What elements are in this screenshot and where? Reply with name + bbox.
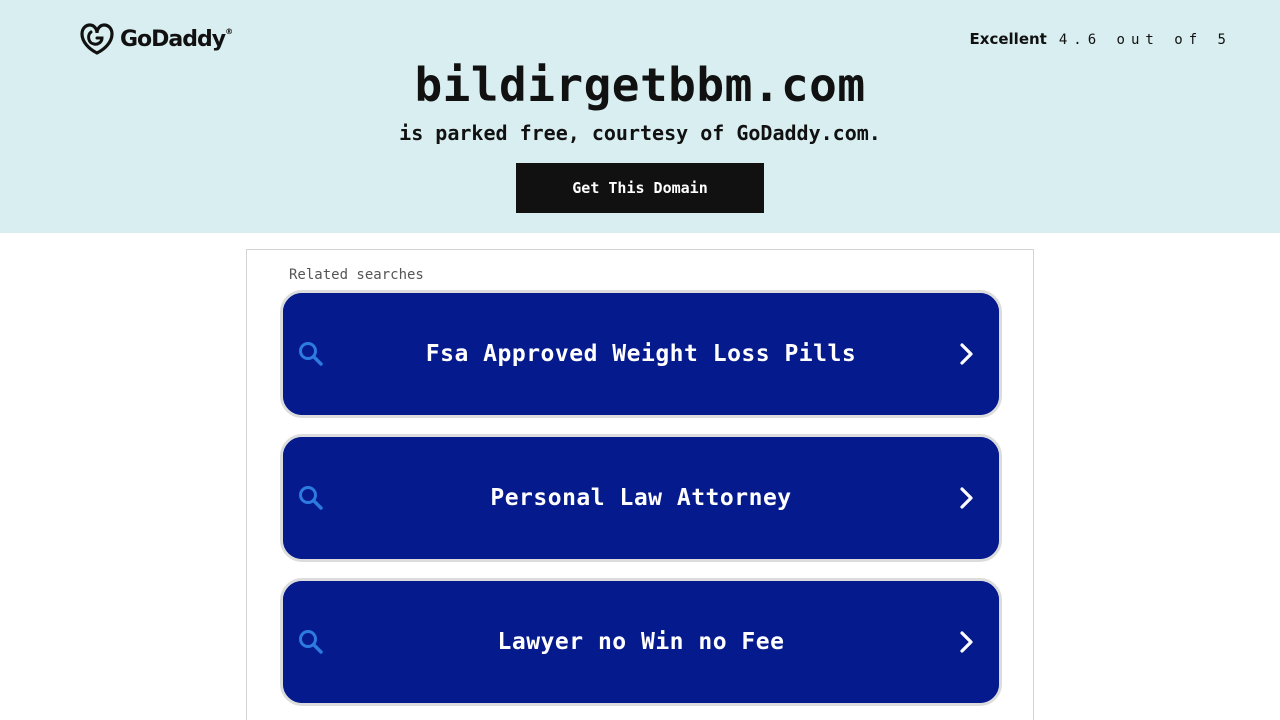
- rating-score: 4.6 out of 5: [1058, 32, 1232, 48]
- rating-label: Excellent: [969, 30, 1047, 48]
- logo-wordmark: GoDaddy®: [120, 26, 233, 52]
- search-icon: [299, 630, 323, 654]
- domain-subtitle: is parked free, courtesy of GoDaddy.com.: [399, 121, 881, 145]
- related-searches-heading: Related searches: [289, 267, 424, 283]
- chevron-right-icon: [960, 343, 973, 365]
- related-searches-panel: Related searches Fsa Approved Weight Los…: [246, 249, 1034, 720]
- related-search-item[interactable]: Fsa Approved Weight Loss Pills: [280, 290, 1002, 418]
- godaddy-logo[interactable]: GoDaddy®: [80, 22, 233, 56]
- related-search-label: Lawyer no Win no Fee: [497, 629, 785, 655]
- rating-summary: Excellent 4.6 out of 5: [970, 30, 1232, 48]
- godaddy-logo-icon: [80, 23, 114, 55]
- hero-banner: GoDaddy® Excellent 4.6 out of 5 bildirge…: [0, 0, 1280, 233]
- get-domain-button[interactable]: Get This Domain: [516, 163, 764, 213]
- related-search-label: Fsa Approved Weight Loss Pills: [425, 341, 857, 367]
- related-search-item[interactable]: Lawyer no Win no Fee: [280, 578, 1002, 706]
- domain-name: bildirgetbbm.com: [414, 58, 866, 112]
- search-icon: [299, 342, 323, 366]
- related-search-item[interactable]: Personal Law Attorney: [280, 434, 1002, 562]
- chevron-right-icon: [960, 631, 973, 653]
- search-icon: [299, 486, 323, 510]
- chevron-right-icon: [960, 487, 973, 509]
- related-search-label: Personal Law Attorney: [490, 485, 792, 511]
